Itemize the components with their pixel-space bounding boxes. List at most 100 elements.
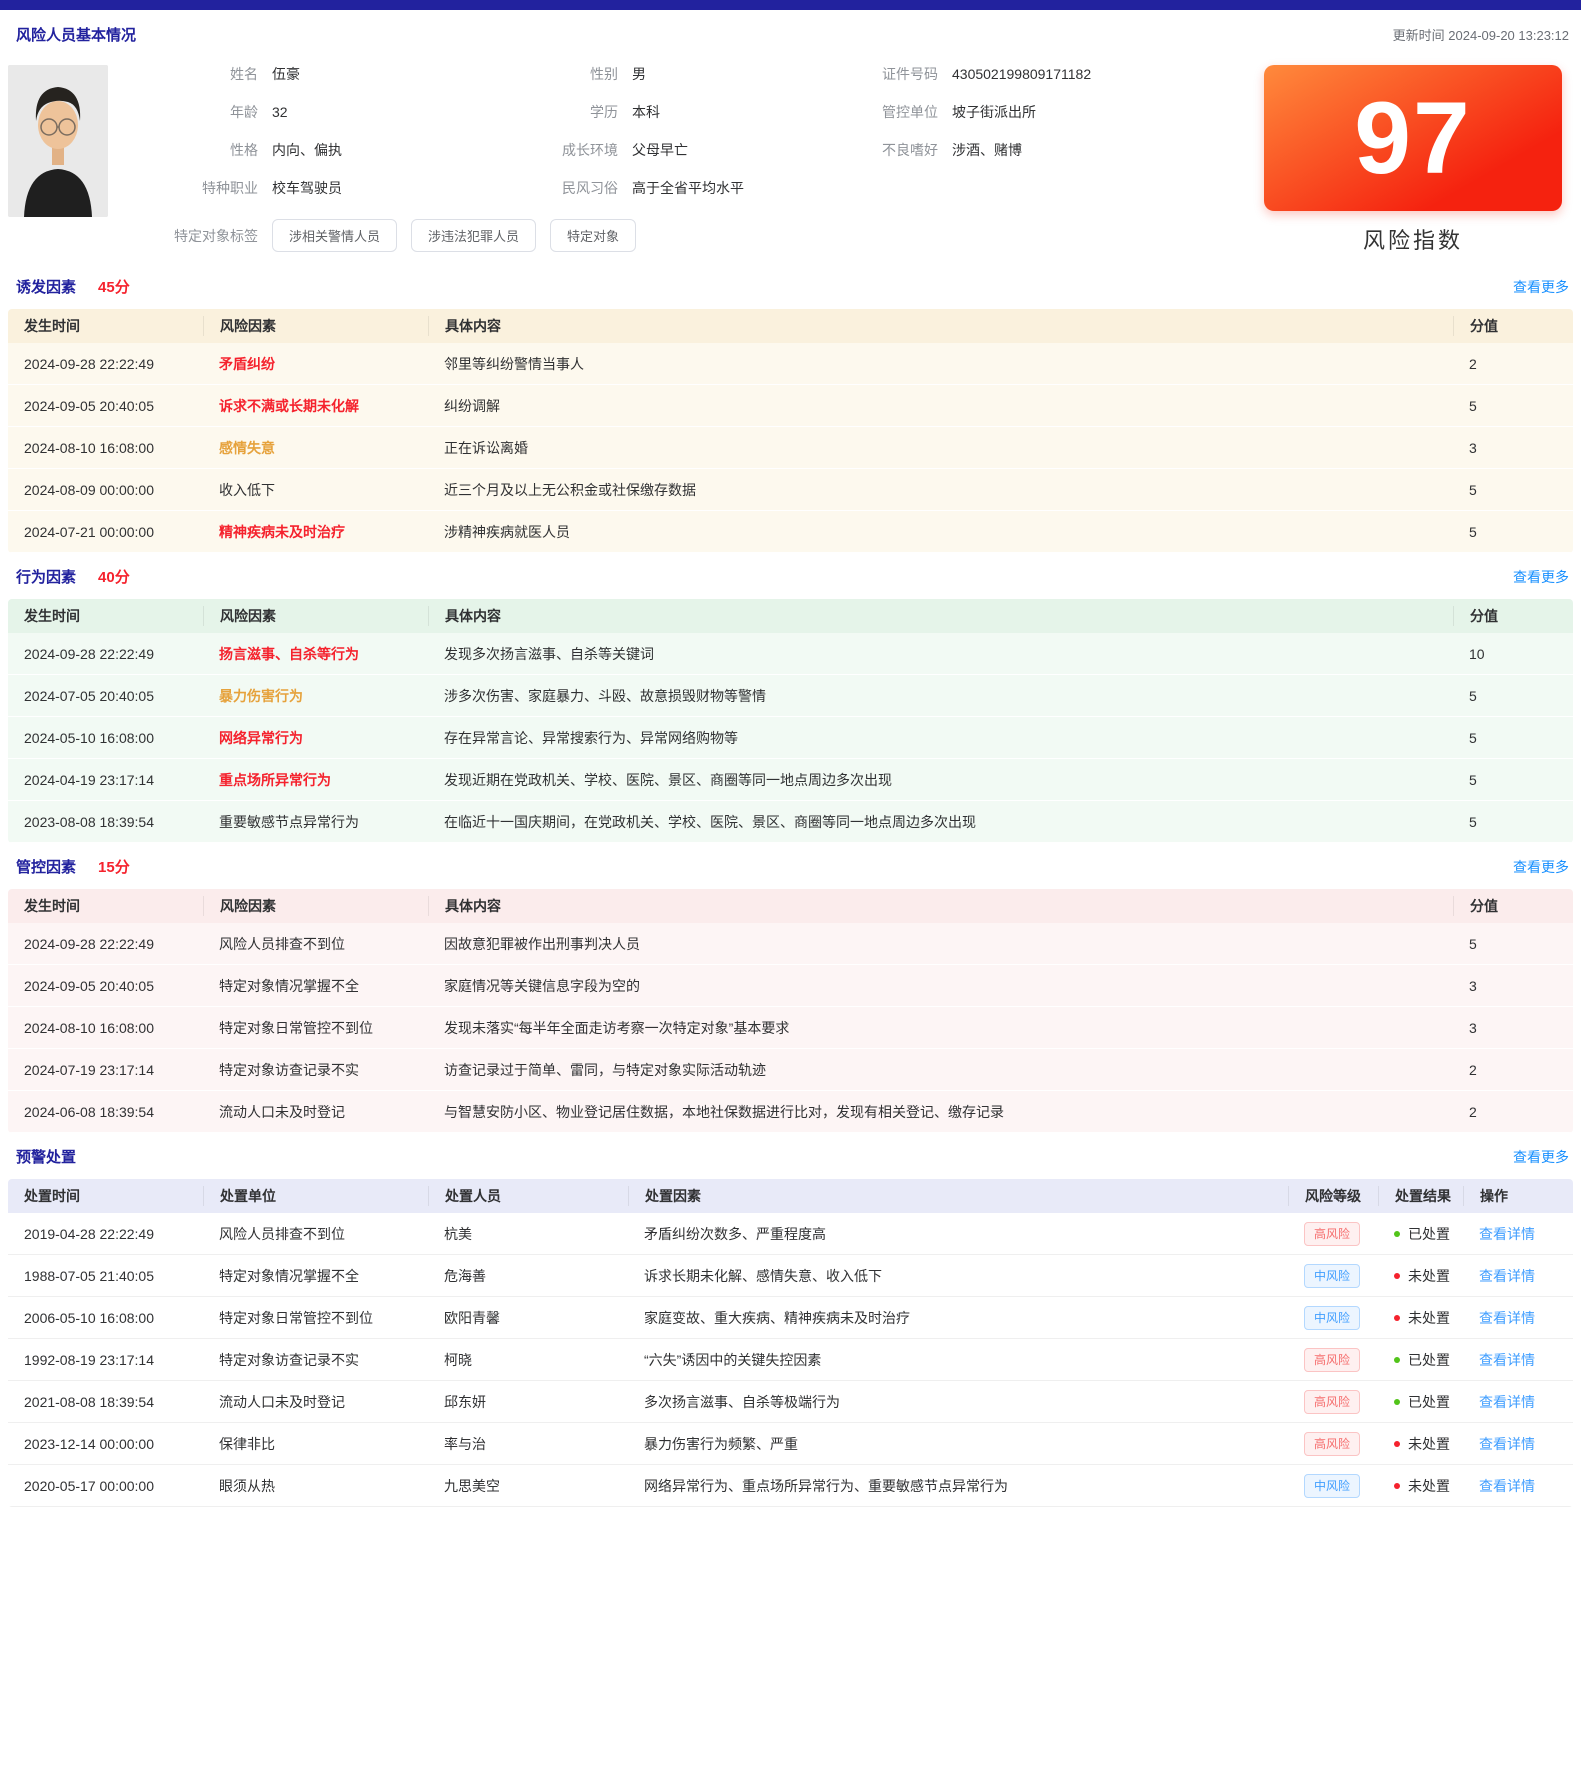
subject-tag: 涉违法犯罪人员 — [411, 219, 536, 252]
cell-action: 查看详情 — [1463, 1392, 1573, 1412]
field-label: 性别 — [498, 65, 618, 84]
alert-table-row: 2020-05-17 00:00:00 眼须从热 九思美空 网络异常行为、重点场… — [8, 1465, 1573, 1507]
view-more-link[interactable]: 查看更多 — [1513, 277, 1569, 297]
cell-score: 2 — [1453, 1062, 1573, 1078]
profile-field: 学历 本科 — [498, 103, 828, 122]
factor-table-row: 2024-05-10 16:08:00 网络异常行为 存在异常言论、异常搜索行为… — [8, 717, 1573, 759]
cell-risk-level: 中风险 — [1288, 1306, 1378, 1330]
view-detail-link[interactable]: 查看详情 — [1479, 1268, 1535, 1284]
cell-risk-level: 中风险 — [1288, 1474, 1378, 1498]
cell-factor: 重点场所异常行为 — [203, 770, 428, 790]
cell-content: 纠纷调解 — [428, 396, 1453, 416]
cell-risk-level: 高风险 — [1288, 1222, 1378, 1246]
cell-factor: 感情失意 — [203, 438, 428, 458]
field-label: 学历 — [498, 103, 618, 122]
risk-score-box: 97 — [1264, 65, 1562, 211]
factor-sections-container: 诱发因素 45分 查看更多 发生时间 风险因素 具体内容 分值 2024-09-… — [0, 263, 1581, 1133]
cell-factor: 多次扬言滋事、自杀等极端行为 — [628, 1392, 1288, 1412]
tags-label: 特定对象标签 — [108, 226, 258, 246]
view-detail-link[interactable]: 查看详情 — [1479, 1352, 1535, 1368]
factor-table-row: 2024-09-05 20:40:05 特定对象情况掌握不全 家庭情况等关键信息… — [8, 965, 1573, 1007]
cell-content: 与智慧安防小区、物业登记居住数据，本地社保数据进行比对，发现有相关登记、缴存记录 — [428, 1102, 1453, 1122]
profile-field: 特种职业 校车驾驶员 — [108, 179, 498, 198]
factor-table-row: 2024-09-05 20:40:05 诉求不满或长期未化解 纠纷调解 5 — [8, 385, 1573, 427]
column-header-action: 操作 — [1463, 1186, 1573, 1206]
cell-risk-level: 中风险 — [1288, 1264, 1378, 1288]
profile-field: 不良嗜好 涉酒、赌博 — [828, 141, 1257, 160]
table-header-row: 发生时间 风险因素 具体内容 分值 — [8, 889, 1573, 923]
cell-factor: 暴力伤害行为 — [203, 686, 428, 706]
alert-table-row: 2021-08-08 18:39:54 流动人口未及时登记 邱东妍 多次扬言滋事… — [8, 1381, 1573, 1423]
profile-field: 管控单位 坡子街派出所 — [828, 103, 1257, 122]
subject-tag: 特定对象 — [550, 219, 636, 252]
field-label: 姓名 — [108, 65, 258, 84]
factor-table-row: 2023-08-08 18:39:54 重要敏感节点异常行为 在临近十一国庆期间… — [8, 801, 1573, 843]
cell-factor: 精神疾病未及时治疗 — [203, 522, 428, 542]
section-title: 行为因素 — [16, 566, 76, 587]
status-dot-icon — [1394, 1441, 1400, 1447]
cell-time: 2019-04-28 22:22:49 — [8, 1226, 203, 1242]
cell-score: 5 — [1453, 688, 1573, 704]
factor-section: 行为因素 40分 查看更多 发生时间 风险因素 具体内容 分值 2024-09-… — [8, 553, 1573, 843]
alert-table-row: 1992-08-19 23:17:14 特定对象访查记录不实 柯晓 “六失”诱因… — [8, 1339, 1573, 1381]
field-value: 伍豪 — [272, 65, 300, 84]
column-header-factor: 风险因素 — [203, 896, 428, 916]
view-detail-link[interactable]: 查看详情 — [1479, 1310, 1535, 1326]
cell-person: 柯晓 — [428, 1350, 628, 1370]
cell-score: 3 — [1453, 978, 1573, 994]
risk-person-profile-page: 风险人员基本情况 更新时间 2024-09-20 13:23:12 姓名 伍豪 … — [0, 0, 1581, 1780]
cell-score: 5 — [1453, 814, 1573, 830]
column-header-score: 分值 — [1453, 606, 1573, 626]
profile-field: 成长环境 父母早亡 — [498, 141, 828, 160]
cell-disposal-result: 已处置 — [1378, 1350, 1463, 1370]
column-header-score: 分值 — [1453, 896, 1573, 916]
risk-level-badge: 中风险 — [1304, 1264, 1360, 1288]
factor-table-row: 2024-07-05 20:40:05 暴力伤害行为 涉多次伤害、家庭暴力、斗殴… — [8, 675, 1573, 717]
cell-content: 家庭情况等关键信息字段为空的 — [428, 976, 1453, 996]
factor-table-body: 2024-09-28 22:22:49 矛盾纠纷 邻里等纠纷警情当事人 2 20… — [8, 343, 1573, 553]
cell-unit: 特定对象情况掌握不全 — [203, 1266, 428, 1286]
cell-factor: 暴力伤害行为频繁、严重 — [628, 1434, 1288, 1454]
cell-unit: 特定对象日常管控不到位 — [203, 1308, 428, 1328]
cell-time: 2024-06-08 18:39:54 — [8, 1104, 203, 1120]
cell-factor: 诉求长期未化解、感情失意、收入低下 — [628, 1266, 1288, 1286]
cell-factor: 网络异常行为 — [203, 728, 428, 748]
status-text: 未处置 — [1408, 1266, 1450, 1286]
cell-time: 2024-08-10 16:08:00 — [8, 1020, 203, 1036]
section-header: 预警处置 查看更多 — [8, 1133, 1573, 1179]
factor-table-row: 2024-09-28 22:22:49 矛盾纠纷 邻里等纠纷警情当事人 2 — [8, 343, 1573, 385]
view-more-link[interactable]: 查看更多 — [1513, 1147, 1569, 1167]
column-header-factor: 风险因素 — [203, 316, 428, 336]
view-detail-link[interactable]: 查看详情 — [1479, 1226, 1535, 1242]
cell-person: 邱东妍 — [428, 1392, 628, 1412]
status-text: 已处置 — [1408, 1224, 1450, 1244]
column-header-person: 处置人员 — [428, 1186, 628, 1206]
risk-level-badge: 高风险 — [1304, 1390, 1360, 1414]
factor-table-row: 2024-06-08 18:39:54 流动人口未及时登记 与智慧安防小区、物业… — [8, 1091, 1573, 1133]
section-score: 45分 — [98, 276, 130, 297]
section-title: 预警处置 — [16, 1146, 76, 1167]
cell-score: 2 — [1453, 1104, 1573, 1120]
cell-score: 5 — [1453, 524, 1573, 540]
view-more-link[interactable]: 查看更多 — [1513, 567, 1569, 587]
view-detail-link[interactable]: 查看详情 — [1479, 1478, 1535, 1494]
view-more-link[interactable]: 查看更多 — [1513, 857, 1569, 877]
cell-content: 近三个月及以上无公积金或社保缴存数据 — [428, 480, 1453, 500]
field-value: 父母早亡 — [632, 141, 688, 160]
cell-person: 九思美空 — [428, 1476, 628, 1496]
view-detail-link[interactable]: 查看详情 — [1479, 1394, 1535, 1410]
cell-action: 查看详情 — [1463, 1350, 1573, 1370]
profile-field: 姓名 伍豪 — [108, 65, 498, 84]
cell-content: 发现近期在党政机关、学校、医院、景区、商圈等同一地点周边多次出现 — [428, 770, 1453, 790]
status-dot-icon — [1394, 1315, 1400, 1321]
page-title: 风险人员基本情况 — [16, 24, 136, 45]
section-header: 管控因素 15分 查看更多 — [8, 843, 1573, 889]
cell-time: 2024-09-05 20:40:05 — [8, 978, 203, 994]
cell-time: 2021-08-08 18:39:54 — [8, 1394, 203, 1410]
cell-person: 杭美 — [428, 1224, 628, 1244]
factor-section: 诱发因素 45分 查看更多 发生时间 风险因素 具体内容 分值 2024-09-… — [8, 263, 1573, 553]
view-detail-link[interactable]: 查看详情 — [1479, 1436, 1535, 1452]
cell-factor: 家庭变故、重大疾病、精神疾病未及时治疗 — [628, 1308, 1288, 1328]
factor-table-row: 2024-08-09 00:00:00 收入低下 近三个月及以上无公积金或社保缴… — [8, 469, 1573, 511]
status-text: 未处置 — [1408, 1434, 1450, 1454]
